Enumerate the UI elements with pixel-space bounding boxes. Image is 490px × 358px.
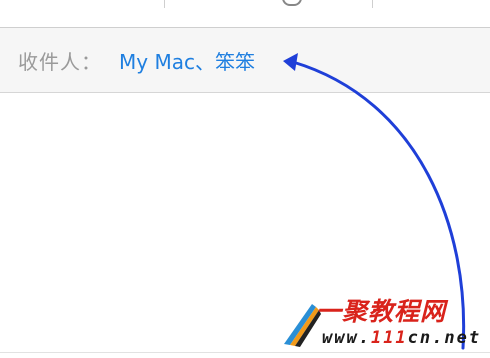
watermark-title: 一聚教程网 (316, 297, 447, 326)
mail-compose-window: 收件人： My Mac、笨笨 一聚教程网 www.111cn.net (0, 0, 490, 358)
watermark: 一聚教程网 www.111cn.net (282, 292, 487, 356)
watermark-url: www.111cn.net (322, 328, 482, 348)
arrow-head (283, 53, 298, 71)
